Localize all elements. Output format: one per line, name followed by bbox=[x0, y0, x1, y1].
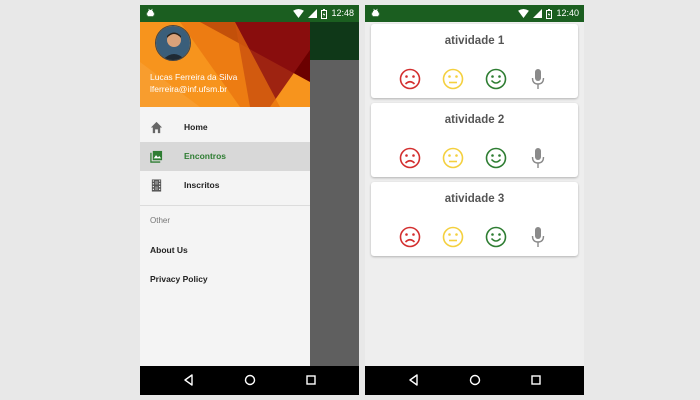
status-time: 12:40 bbox=[556, 8, 579, 18]
battery-icon bbox=[321, 8, 328, 19]
status-bar: 12:48 bbox=[140, 5, 359, 22]
navigation-bar bbox=[140, 366, 359, 395]
status-bar: 12:40 bbox=[365, 5, 584, 22]
menu-item-encontros[interactable]: Encontros bbox=[140, 142, 310, 171]
neutral-face-icon[interactable] bbox=[442, 68, 464, 90]
android-debug-icon bbox=[371, 8, 380, 17]
signal-icon bbox=[533, 9, 543, 18]
film-strip-icon bbox=[151, 179, 162, 192]
menu-item-label: Inscritos bbox=[184, 180, 220, 190]
activity-card-1: atividade 1 bbox=[371, 24, 578, 98]
happy-face-icon[interactable] bbox=[485, 147, 507, 169]
activity-title: atividade 2 bbox=[444, 114, 505, 126]
sad-face-icon[interactable] bbox=[399, 226, 421, 248]
wifi-icon bbox=[293, 9, 305, 18]
happy-face-icon[interactable] bbox=[485, 68, 507, 90]
drawer-header: Lucas Ferreira da Silva lferreira@inf.uf… bbox=[140, 22, 310, 107]
menu-item-privacy-policy[interactable]: Privacy Policy bbox=[150, 274, 208, 284]
neutral-face-icon[interactable] bbox=[442, 147, 464, 169]
activity-title: atividade 1 bbox=[444, 35, 505, 47]
activity-card-3: atividade 3 bbox=[371, 182, 578, 256]
sad-face-icon[interactable] bbox=[399, 147, 421, 169]
menu-item-label: Encontros bbox=[184, 151, 227, 161]
sad-face-icon[interactable] bbox=[399, 68, 421, 90]
user-email: lferreira@inf.ufsm.br bbox=[150, 84, 228, 94]
status-time: 12:48 bbox=[331, 8, 354, 18]
activity-card-2: atividade 2 bbox=[371, 103, 578, 177]
user-name: Lucas Ferreira da Silva bbox=[150, 72, 238, 82]
phone-left: 12:48 Lucas Ferreira da Silva lferreira@… bbox=[140, 5, 359, 395]
wifi-icon bbox=[518, 9, 530, 18]
recent-apps-icon[interactable] bbox=[304, 373, 318, 387]
menu-item-inscritos[interactable]: Inscritos bbox=[140, 171, 310, 200]
microphone-icon[interactable] bbox=[531, 226, 545, 248]
home-circle-icon[interactable] bbox=[243, 373, 257, 387]
menu-divider bbox=[140, 205, 310, 206]
neutral-face-icon[interactable] bbox=[442, 226, 464, 248]
microphone-icon[interactable] bbox=[531, 68, 545, 90]
avatar[interactable] bbox=[155, 25, 191, 61]
microphone-icon[interactable] bbox=[531, 147, 545, 169]
menu-item-label: Home bbox=[184, 122, 208, 132]
app-bar-dimmed bbox=[310, 22, 359, 60]
recent-apps-icon[interactable] bbox=[529, 373, 543, 387]
happy-face-icon[interactable] bbox=[485, 226, 507, 248]
navigation-bar bbox=[365, 366, 584, 395]
drawer-scrim[interactable] bbox=[310, 22, 359, 366]
home-icon bbox=[150, 121, 163, 134]
android-debug-icon bbox=[146, 8, 155, 17]
navigation-drawer: Lucas Ferreira da Silva lferreira@inf.uf… bbox=[140, 22, 310, 366]
back-icon[interactable] bbox=[182, 373, 196, 387]
menu-item-about-us[interactable]: About Us bbox=[150, 245, 188, 255]
section-label-other: Other bbox=[150, 216, 171, 225]
phone-right: 12:40 atividade 1 atividade 2 atividade … bbox=[365, 5, 584, 395]
battery-icon bbox=[546, 8, 553, 19]
photo-album-icon bbox=[150, 150, 163, 163]
signal-icon bbox=[308, 9, 318, 18]
menu-item-home[interactable]: Home bbox=[140, 113, 310, 142]
back-icon[interactable] bbox=[407, 373, 421, 387]
home-circle-icon[interactable] bbox=[468, 373, 482, 387]
activity-title: atividade 3 bbox=[444, 193, 505, 205]
